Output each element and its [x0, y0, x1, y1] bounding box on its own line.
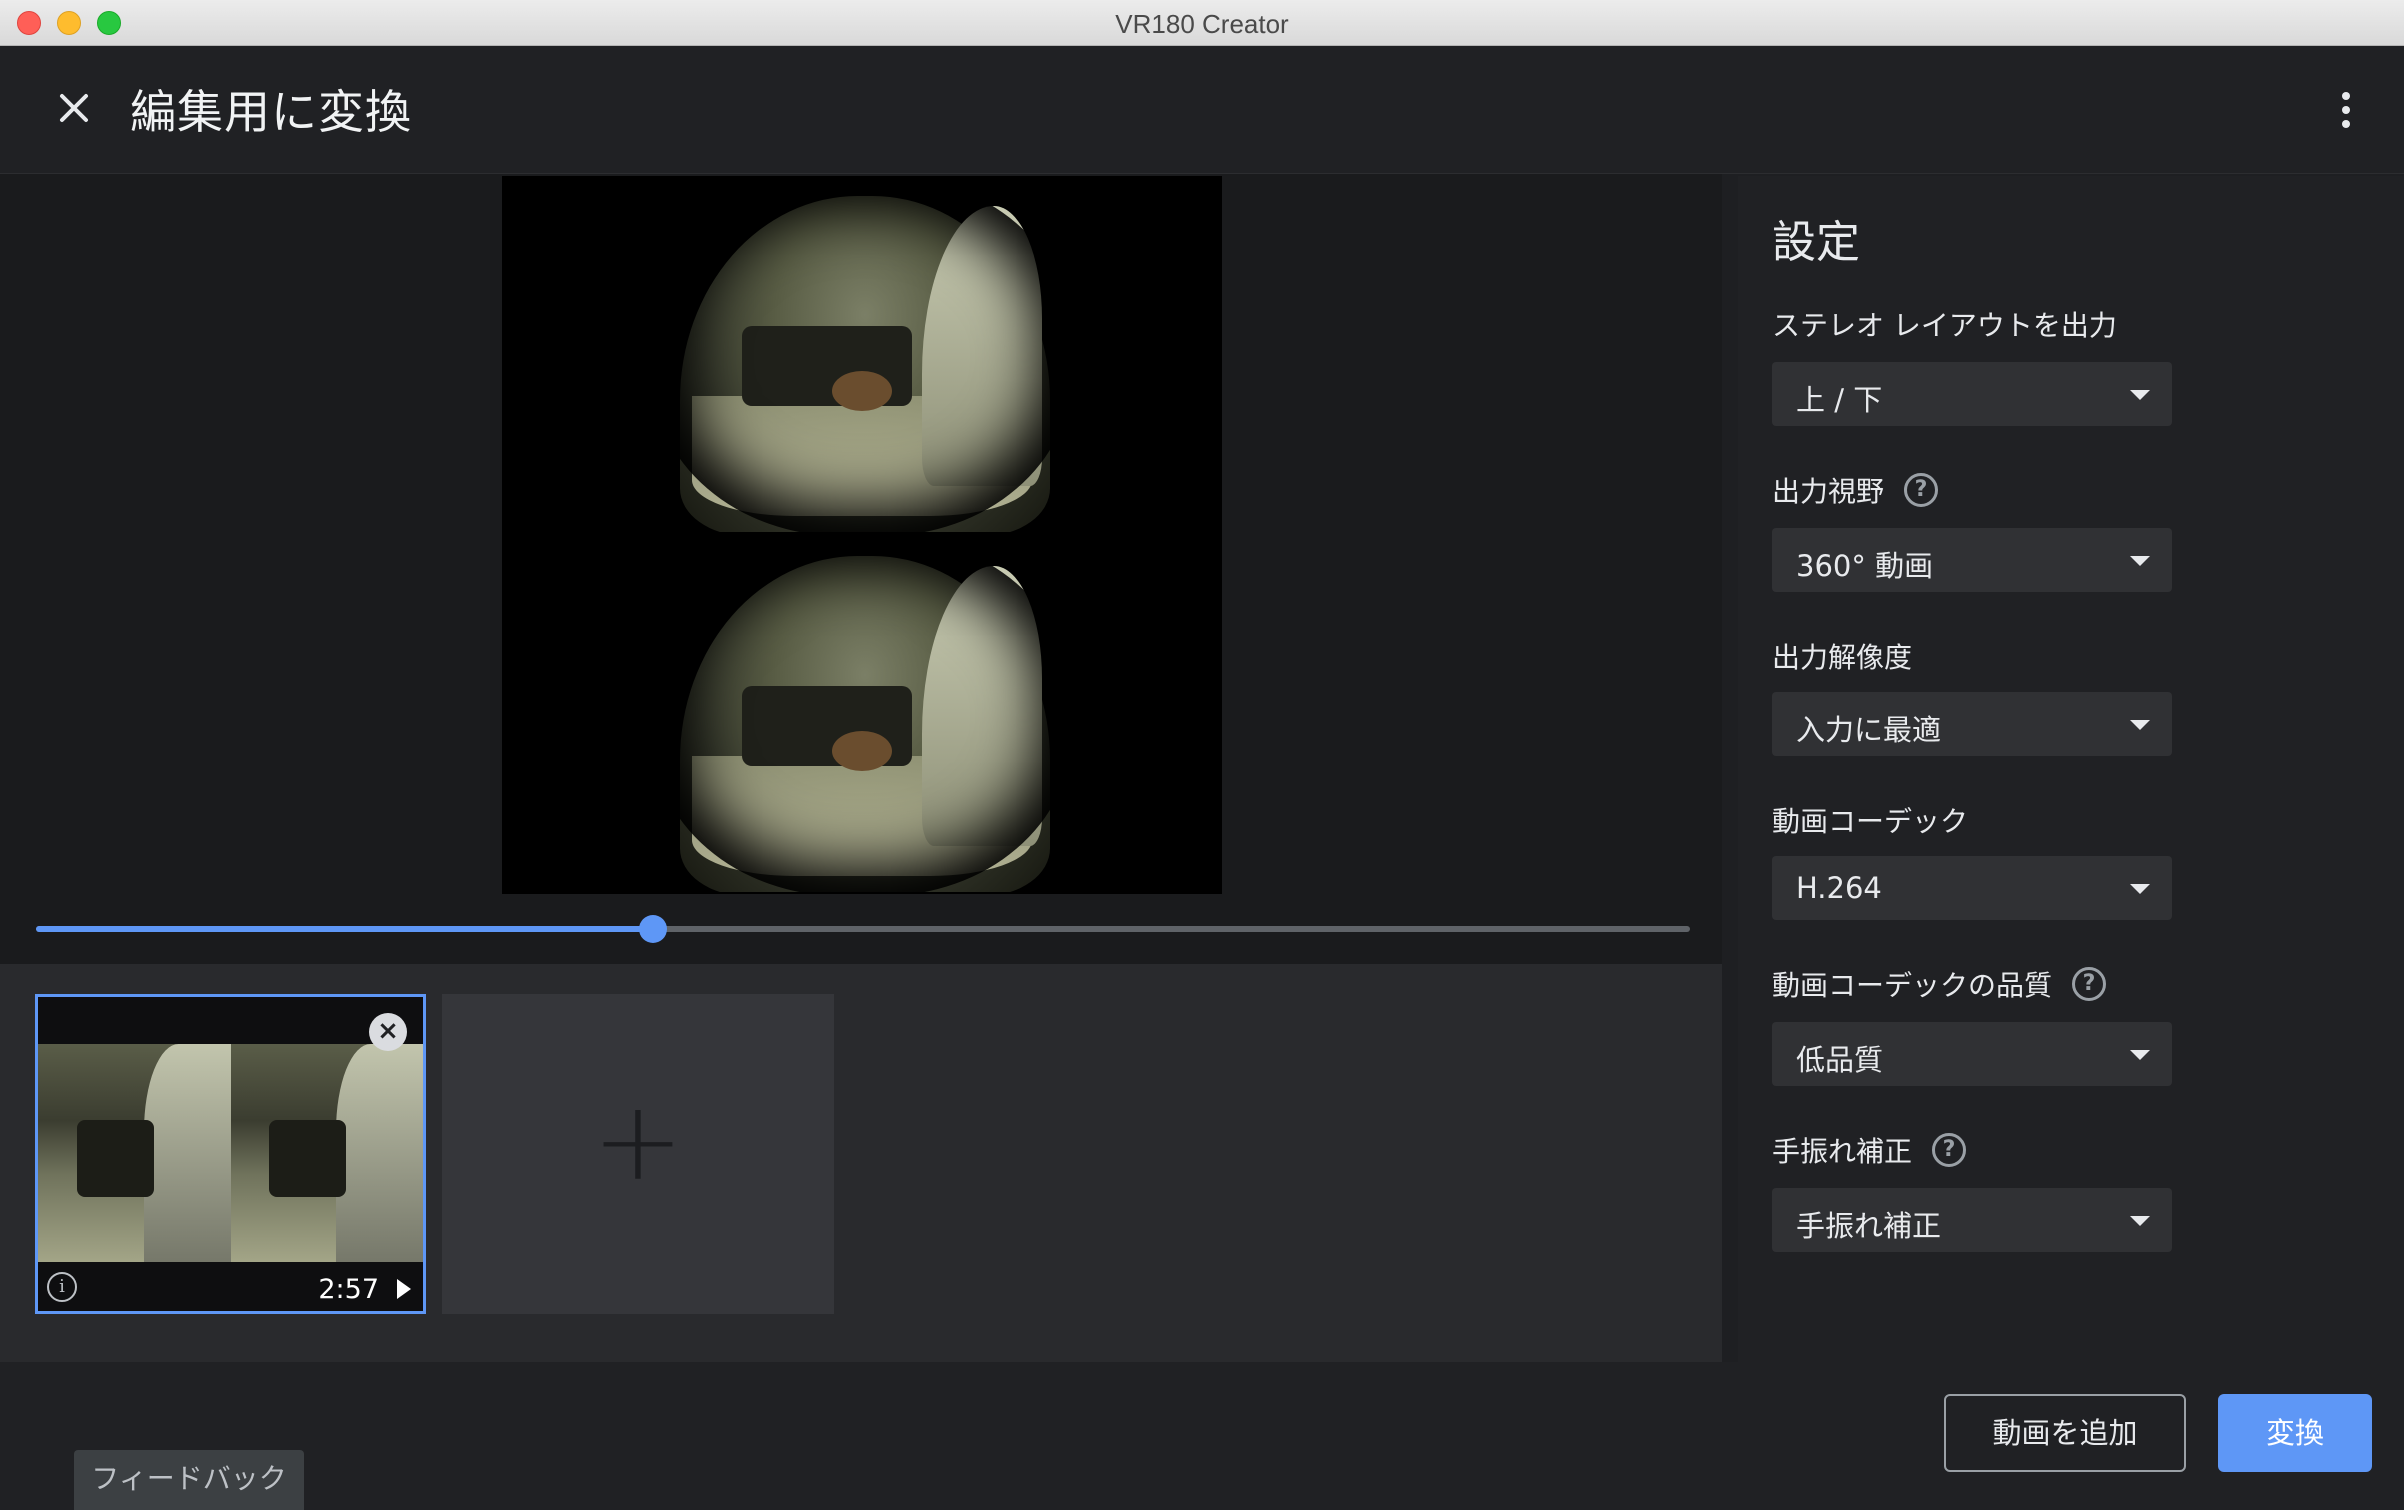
dropdown-arrow-icon [2130, 1050, 2150, 1060]
right-eye-view [502, 536, 1222, 892]
more-vert-icon [2342, 92, 2350, 100]
dropdown-arrow-icon [2130, 884, 2150, 894]
output-fov-value: 360° 動画 [1796, 549, 1934, 583]
info-icon[interactable]: i [47, 1272, 77, 1302]
codec-quality-value: 低品質 [1796, 1043, 1884, 1077]
more-menu-button[interactable] [2326, 86, 2366, 134]
clip-preview-image [38, 1044, 423, 1262]
dropdown-arrow-icon [2130, 720, 2150, 730]
help-icon[interactable]: ? [2072, 967, 2107, 1001]
dropdown-arrow-icon [2130, 556, 2150, 566]
add-clip-button[interactable]: + [442, 994, 834, 1314]
clip-tray: × i 2:57 + [0, 964, 1722, 1362]
output-resolution-label: 出力解像度 [1772, 636, 1912, 676]
convert-button[interactable]: 変換 [2218, 1394, 2372, 1472]
settings-title: 設定 [1772, 217, 1860, 268]
more-vert-dot [2342, 120, 2350, 128]
codec-quality-label: 動画コーデックの品質 ? [1772, 964, 2107, 1004]
app-header: 編集用に変換 [0, 46, 2404, 174]
help-icon[interactable]: ? [1932, 1133, 1967, 1167]
output-resolution-value: 入力に最適 [1796, 713, 1942, 747]
close-icon [60, 94, 88, 122]
more-vert-dot [2342, 106, 2350, 114]
output-resolution-select[interactable]: 入力に最適 [1772, 692, 2172, 756]
help-icon[interactable]: ? [1904, 473, 1939, 507]
video-codec-label: 動画コーデック [1772, 800, 1968, 840]
stereo-layout-label-text: ステレオ レイアウトを出力 [1772, 309, 2117, 342]
timeline-progress [36, 926, 653, 932]
footer-bar: フィードバック 動画を追加 変換 [0, 1362, 2404, 1510]
output-resolution-label-text: 出力解像度 [1772, 641, 1913, 674]
output-fov-label: 出力視野 ? [1772, 470, 1939, 510]
remove-clip-button[interactable]: × [369, 1013, 407, 1051]
stabilization-value: 手振れ補正 [1796, 1209, 1942, 1243]
timeline-scrubber[interactable] [36, 915, 1690, 943]
stereo-layout-select[interactable]: 上 / 下 [1772, 362, 2172, 426]
plus-icon: + [591, 1077, 685, 1205]
output-fov-select[interactable]: 360° 動画 [1772, 528, 2172, 592]
codec-quality-label-text: 動画コーデックの品質 [1772, 969, 2053, 1002]
left-eye-view [502, 176, 1222, 532]
feedback-button[interactable]: フィードバック [74, 1450, 304, 1510]
codec-quality-select[interactable]: 低品質 [1772, 1022, 2172, 1086]
stereo-layout-label: ステレオ レイアウトを出力 [1772, 304, 2117, 344]
stereo-layout-value: 上 / 下 [1796, 383, 1883, 417]
stabilization-label-text: 手振れ補正 [1772, 1135, 1913, 1168]
settings-panel: 設定 ステレオ レイアウトを出力 上 / 下 出力視野 ? 360° 動画 出力… [1738, 176, 2404, 1362]
video-preview[interactable] [502, 176, 1222, 894]
play-icon[interactable] [397, 1279, 411, 1299]
dropdown-arrow-icon [2130, 390, 2150, 400]
video-codec-label-text: 動画コーデック [1772, 805, 1969, 838]
window-titlebar: VR180 Creator [0, 0, 2404, 46]
clip-thumbnail[interactable]: × i 2:57 [35, 994, 426, 1314]
stabilization-select[interactable]: 手振れ補正 [1772, 1188, 2172, 1252]
add-video-button[interactable]: 動画を追加 [1944, 1394, 2186, 1472]
page-title: 編集用に変換 [130, 85, 412, 139]
video-codec-select[interactable]: H.264 [1772, 856, 2172, 920]
video-codec-value: H.264 [1796, 871, 1882, 905]
close-dialog-button[interactable] [50, 84, 98, 132]
timeline-handle[interactable] [638, 915, 667, 943]
video-preview-area [0, 174, 1722, 964]
stabilization-label: 手振れ補正 ? [1772, 1130, 1967, 1170]
window-title: VR180 Creator [1115, 9, 1289, 39]
clip-duration: 2:57 [318, 1274, 379, 1305]
output-fov-label-text: 出力視野 [1772, 475, 1885, 508]
dropdown-arrow-icon [2130, 1216, 2150, 1226]
